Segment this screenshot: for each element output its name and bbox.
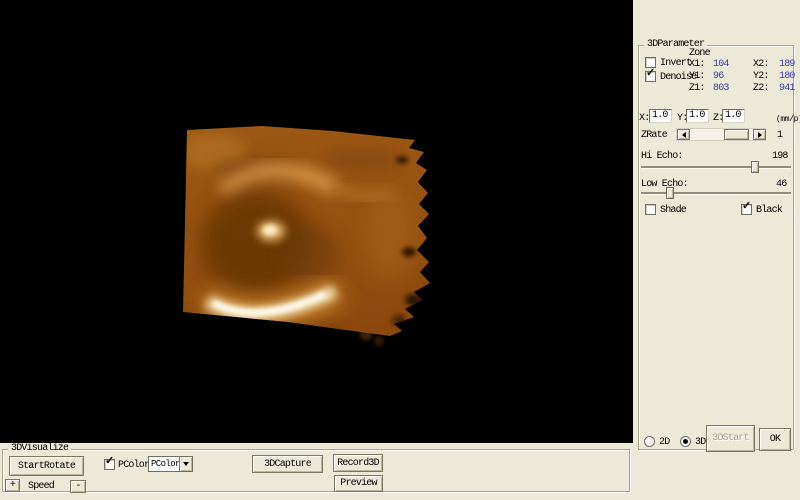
- 3dstart-button[interactable]: 3DStart: [706, 425, 755, 452]
- denoise-checkbox[interactable]: ✓: [645, 71, 656, 82]
- hi-echo-label: Hi Echo:: [641, 151, 683, 162]
- zone-x1-value: 104: [713, 59, 729, 70]
- low-echo-label: Low Echo:: [641, 179, 688, 190]
- ultrasound-volume-render: [0, 0, 633, 443]
- zone-z1-value: 803: [713, 83, 729, 94]
- zone-z2-label: Z2:: [753, 83, 769, 94]
- parameter-panel: 3DParameter ✓ Invert ✓ Denoise Zone X1: …: [633, 0, 800, 500]
- 3dcapture-button[interactable]: 3DCapture: [252, 455, 323, 473]
- denoise-check-icon: ✓: [646, 68, 655, 80]
- scale-x-label: X:: [639, 113, 649, 124]
- mode-3d-radio-dot: [683, 439, 688, 444]
- low-echo-slider-track[interactable]: [641, 192, 791, 194]
- black-check-icon: ✓: [742, 201, 751, 213]
- pcolor-dropdown-value: PColor: [151, 459, 180, 469]
- zone-label: Zone: [689, 48, 710, 59]
- pcolor-check-icon: ✓: [105, 456, 114, 468]
- low-echo-slider-thumb[interactable]: [666, 187, 674, 199]
- zrate-scrollbar-thumb[interactable]: [724, 129, 749, 140]
- pcolor-checkbox[interactable]: ✓: [104, 459, 115, 470]
- zone-x1-label: X1:: [689, 59, 705, 70]
- hi-echo-value: 198: [772, 151, 788, 162]
- pcolor-dropdown[interactable]: PColor: [148, 456, 193, 472]
- pcolor-dropdown-arrow-button[interactable]: [179, 457, 192, 471]
- invert-checkbox[interactable]: ✓: [645, 57, 656, 68]
- mode-3d-label: 3D: [695, 437, 705, 448]
- render-viewport: [0, 0, 633, 443]
- app-window: 3DParameter ✓ Invert ✓ Denoise Zone X1: …: [0, 0, 800, 500]
- zrate-right-arrow-button[interactable]: [753, 129, 766, 140]
- hi-echo-slider-track[interactable]: [641, 166, 791, 168]
- arrow-left-icon: [679, 132, 686, 138]
- zone-z1-label: Z1:: [689, 83, 705, 94]
- black-label: Black: [756, 205, 782, 216]
- zone-y2-value: 180: [779, 71, 795, 82]
- zone-z2-value: 941: [779, 83, 795, 94]
- visualize-panel: 3DVisualize StartRotate + Speed - ✓ PCol…: [0, 443, 633, 500]
- hi-echo-slider-thumb[interactable]: [751, 161, 759, 173]
- zrate-label: ZRate: [641, 130, 667, 141]
- speed-plus-button[interactable]: +: [5, 479, 20, 492]
- scale-z-field[interactable]: 1.0: [722, 109, 745, 123]
- start-rotate-button[interactable]: StartRotate: [9, 456, 84, 476]
- zone-x2-value: 189: [779, 59, 795, 70]
- zone-x2-label: X2:: [753, 59, 769, 70]
- shade-checkbox[interactable]: ✓: [645, 204, 656, 215]
- zone-y1-value: 96: [713, 71, 723, 82]
- parameter-groupbox: 3DParameter: [638, 45, 794, 450]
- speed-minus-button[interactable]: -: [70, 480, 86, 493]
- low-echo-value: 46: [776, 179, 786, 190]
- zone-y1-label: Y1:: [689, 71, 705, 82]
- invert-label: Invert: [660, 58, 691, 69]
- zone-y2-label: Y2:: [753, 71, 769, 82]
- shade-label: Shade: [660, 205, 686, 216]
- mode-2d-label: 2D: [659, 437, 669, 448]
- chevron-down-icon: [183, 462, 189, 469]
- mode-3d-radio[interactable]: [680, 436, 691, 447]
- scale-x-field[interactable]: 1.0: [649, 109, 672, 123]
- black-checkbox[interactable]: ✓: [741, 204, 752, 215]
- scale-y-field[interactable]: 1.0: [686, 109, 709, 123]
- record3d-button[interactable]: Record3D: [333, 454, 383, 472]
- pcolor-label: PColor: [118, 460, 149, 471]
- zrate-left-arrow-button[interactable]: [677, 129, 690, 140]
- mode-2d-radio[interactable]: [644, 436, 655, 447]
- scale-unit-label: (mm/p): [776, 114, 800, 125]
- arrow-right-icon: [758, 132, 765, 138]
- preview-button[interactable]: Preview: [334, 475, 383, 492]
- zrate-scrollbar[interactable]: [676, 128, 766, 141]
- zrate-value: 1: [777, 130, 782, 141]
- ok-button[interactable]: OK: [759, 428, 791, 451]
- speed-label: Speed: [28, 481, 54, 492]
- visualize-groupbox-title: 3DVisualize: [8, 443, 71, 455]
